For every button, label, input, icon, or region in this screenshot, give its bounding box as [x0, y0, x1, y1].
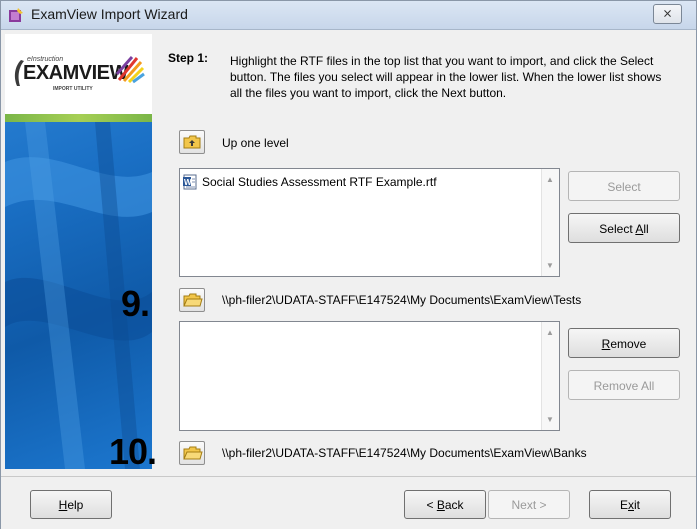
logo-import-utility: IMPORT UTILITY	[53, 86, 93, 92]
next-button[interactable]: Next >	[488, 490, 570, 519]
folder-icon	[183, 293, 203, 307]
banks-folder-button[interactable]	[179, 441, 205, 465]
tests-folder-path: \\ph-filer2\UDATA-STAFF\E147524\My Docum…	[222, 293, 582, 307]
select-button[interactable]: Select	[568, 171, 680, 201]
close-button[interactable]: ⨯	[653, 4, 682, 24]
close-icon: ⨯	[662, 6, 673, 20]
annotation-number-10: 10.	[109, 431, 157, 472]
select-all-button[interactable]: Select All	[568, 213, 680, 243]
folder-up-icon	[183, 135, 201, 149]
step-label: Step 1:	[168, 51, 209, 65]
wizard-sidebar: eInstruction EXAMVIEW IMPORT UTILITY	[5, 34, 152, 469]
wizard-button-bar: Help < Back Next > Exit	[1, 476, 696, 529]
up-one-level-label: Up one level	[222, 136, 289, 150]
folder-icon	[183, 446, 203, 460]
logo-stripe	[5, 114, 152, 122]
list-item-label: Social Studies Assessment RTF Example.rt…	[202, 175, 437, 189]
scroll-up-arrow-icon[interactable]: ▲	[546, 175, 554, 184]
exit-button[interactable]: Exit	[589, 490, 671, 519]
source-list-scrollbar[interactable]: ▲ ▼	[541, 169, 559, 276]
title-bar: ExamView Import Wizard ⨯	[1, 1, 696, 30]
logo-rays-icon	[115, 56, 145, 84]
help-button[interactable]: Help	[30, 490, 112, 519]
remove-button[interactable]: Remove	[568, 328, 680, 358]
logo-examview: EXAMVIEW	[23, 62, 128, 84]
selected-file-list[interactable]: ▲ ▼	[179, 321, 560, 431]
tests-folder-button[interactable]	[179, 288, 205, 312]
scroll-down-arrow-icon[interactable]: ▼	[546, 415, 554, 424]
word-document-icon: W	[183, 174, 197, 190]
window-title: ExamView Import Wizard	[31, 6, 188, 22]
examview-logo: eInstruction EXAMVIEW IMPORT UTILITY	[5, 34, 152, 114]
scroll-down-arrow-icon[interactable]: ▼	[546, 261, 554, 270]
examview-app-icon	[9, 8, 23, 22]
scroll-up-arrow-icon[interactable]: ▲	[546, 328, 554, 337]
import-wizard-window: ExamView Import Wizard ⨯ eInstruction EX…	[0, 0, 697, 529]
step-instructions: Highlight the RTF files in the top list …	[230, 54, 662, 100]
up-one-level-button[interactable]	[179, 130, 205, 154]
banks-folder-path: \\ph-filer2\UDATA-STAFF\E147524\My Docum…	[222, 446, 587, 460]
annotation-number-9: 9.	[121, 283, 150, 324]
selected-list-scrollbar[interactable]: ▲ ▼	[541, 322, 559, 430]
back-button[interactable]: < Back	[404, 490, 486, 519]
remove-all-button[interactable]: Remove All	[568, 370, 680, 400]
svg-text:W: W	[184, 178, 192, 187]
source-file-list[interactable]: W Social Studies Assessment RTF Example.…	[179, 168, 560, 277]
